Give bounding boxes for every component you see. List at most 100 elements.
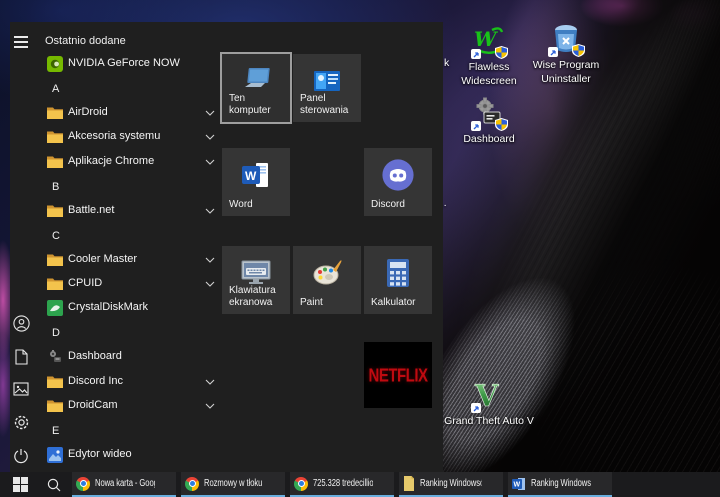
menu-expand-button[interactable] bbox=[10, 31, 32, 53]
pictures-button[interactable] bbox=[10, 378, 32, 400]
desktop-icon-label: Dashboard bbox=[463, 133, 515, 145]
folder-icon bbox=[47, 156, 63, 168]
app-list-item-dashboard[interactable]: Dashboard bbox=[38, 345, 223, 369]
user-button[interactable] bbox=[10, 312, 32, 334]
section-letter-b[interactable]: B bbox=[52, 181, 59, 193]
word-icon: W bbox=[242, 163, 268, 187]
start-button[interactable] bbox=[4, 472, 36, 497]
app-list-item-akcesoria-systemu[interactable]: Akcesoria systemu bbox=[38, 125, 223, 149]
chevron-down-icon bbox=[205, 110, 215, 116]
start-app-list: Ostatnio dodane NVIDIA GeForce NOW A Air… bbox=[38, 22, 225, 472]
taskbar-button-chrome-2[interactable]: Rozmowy w tłoku ... bbox=[181, 472, 285, 497]
desktop-icon-label: Grand Theft Auto V bbox=[444, 415, 534, 427]
windows-logo-icon bbox=[12, 477, 28, 492]
chevron-down-icon bbox=[205, 208, 215, 214]
folder-icon bbox=[47, 278, 63, 290]
start-menu-rail bbox=[10, 22, 38, 472]
nvidia-geforce-now-icon bbox=[47, 56, 63, 72]
chevron-down-icon bbox=[205, 403, 215, 409]
power-button[interactable] bbox=[10, 445, 32, 467]
chevron-down-icon bbox=[205, 281, 215, 287]
section-letter-c[interactable]: C bbox=[52, 230, 60, 242]
recent-added-header: Ostatnio dodane bbox=[45, 35, 126, 47]
documents-button[interactable] bbox=[10, 346, 32, 368]
taskbar-button-word[interactable]: W Ranking Windowsó... bbox=[508, 472, 612, 497]
tile-paint[interactable]: Paint bbox=[293, 246, 361, 314]
tile-klawiatura-ekranowa[interactable]: Klawiatura ekranowa bbox=[222, 246, 290, 314]
folder-icon bbox=[47, 400, 63, 412]
video-editor-icon bbox=[47, 447, 63, 463]
tile-panel-sterowania[interactable]: Panel sterowania bbox=[293, 54, 361, 122]
netflix-logo: NETFLIX bbox=[368, 364, 429, 386]
calculator-icon bbox=[387, 259, 409, 287]
shortcut-arrow-icon bbox=[471, 121, 481, 131]
tile-ten-komputer[interactable]: Ten komputer bbox=[220, 52, 292, 124]
notepad-icon bbox=[404, 476, 414, 491]
start-menu: Ostatnio dodane NVIDIA GeForce NOW A Air… bbox=[10, 22, 443, 472]
folder-icon bbox=[47, 107, 63, 119]
gear-icon bbox=[14, 415, 28, 429]
desktop-icon-label: Wise Program Uninstaller bbox=[532, 59, 600, 85]
shortcut-arrow-icon bbox=[471, 49, 481, 59]
app-list-item-airdroid[interactable]: AirDroid bbox=[38, 101, 223, 125]
app-list-item-cooler-master[interactable]: Cooler Master bbox=[38, 248, 223, 272]
chevron-down-icon bbox=[205, 134, 215, 140]
taskbar-search-button[interactable] bbox=[40, 472, 68, 497]
taskbar-button-notepad[interactable]: Ranking Windowsó... bbox=[399, 472, 503, 497]
chrome-icon bbox=[185, 476, 199, 491]
taskbar: Nowa karta - Googl... Rozmowy w tłoku ..… bbox=[0, 472, 720, 497]
shortcut-arrow-icon bbox=[471, 403, 481, 413]
taskbar-button-chrome-3[interactable]: 725.328 tredecillion... bbox=[290, 472, 394, 497]
paint-icon bbox=[313, 260, 342, 285]
power-icon bbox=[14, 449, 28, 464]
chevron-down-icon bbox=[205, 379, 215, 385]
app-list-item-crystaldiskmark[interactable]: CrystalDiskMark bbox=[38, 296, 223, 320]
app-list-item-discord-inc[interactable]: Discord Inc bbox=[38, 370, 223, 394]
pictures-icon bbox=[13, 382, 29, 396]
tile-kalkulator[interactable]: Kalkulator bbox=[364, 246, 432, 314]
uac-shield-icon bbox=[572, 44, 585, 57]
screen: W Flawless Widescreen Wise Program Unins… bbox=[0, 0, 720, 497]
section-letter-a[interactable]: A bbox=[52, 83, 59, 95]
folder-icon bbox=[47, 376, 63, 388]
hamburger-icon bbox=[14, 36, 28, 48]
crystaldiskmark-icon bbox=[47, 300, 63, 316]
uac-shield-icon bbox=[495, 46, 508, 59]
user-icon bbox=[12, 314, 30, 332]
taskbar-button-chrome-1[interactable]: Nowa karta - Googl... bbox=[72, 472, 176, 497]
chevron-down-icon bbox=[205, 159, 215, 165]
desktop-icon-gta-v[interactable]: V Grand Theft Auto V bbox=[434, 378, 544, 429]
control-panel-icon bbox=[314, 71, 340, 91]
desktop-icon-label: Flawless Widescreen bbox=[461, 61, 517, 87]
folder-icon bbox=[47, 205, 63, 217]
svg-text:W: W bbox=[245, 169, 257, 183]
desktop-icon-flawless-widescreen[interactable]: W Flawless Widescreen bbox=[450, 24, 528, 89]
desktop-icon-wise-program-uninstaller[interactable]: Wise Program Uninstaller bbox=[526, 22, 606, 87]
app-list-item-droidcam[interactable]: DroidCam bbox=[38, 394, 223, 418]
chrome-icon bbox=[294, 476, 308, 491]
app-list-item-edytor-wideo[interactable]: Edytor wideo bbox=[38, 443, 223, 467]
chrome-icon bbox=[76, 476, 90, 491]
tile-netflix[interactable]: NETFLIX bbox=[364, 342, 432, 408]
discord-icon bbox=[382, 159, 414, 191]
folder-icon bbox=[47, 131, 63, 143]
document-icon bbox=[14, 349, 28, 365]
clipped-desktop-label: k bbox=[444, 57, 450, 69]
search-icon bbox=[47, 478, 61, 491]
tile-word[interactable]: W Word bbox=[222, 148, 290, 216]
section-letter-e[interactable]: E bbox=[52, 425, 59, 437]
uac-shield-icon bbox=[495, 118, 508, 131]
section-letter-d[interactable]: D bbox=[52, 327, 60, 339]
app-list-item-cpuid[interactable]: CPUID bbox=[38, 272, 223, 296]
app-list-item-nvidia[interactable]: NVIDIA GeForce NOW bbox=[38, 52, 223, 76]
app-list-item-battlenet[interactable]: Battle.net bbox=[38, 199, 223, 223]
on-screen-keyboard-icon bbox=[241, 260, 271, 284]
desktop-icon-dashboard[interactable]: Dashboard bbox=[450, 96, 528, 147]
start-tiles: Ten komputer Panel sterowania W Word Dis… bbox=[215, 22, 443, 472]
settings-button[interactable] bbox=[10, 411, 32, 433]
app-list-item-aplikacje-chrome[interactable]: Aplikacje Chrome bbox=[38, 150, 223, 174]
folder-icon bbox=[47, 254, 63, 266]
dashboard-app-icon bbox=[50, 350, 61, 362]
tile-discord[interactable]: Discord bbox=[364, 148, 432, 216]
svg-text:W: W bbox=[514, 481, 521, 488]
